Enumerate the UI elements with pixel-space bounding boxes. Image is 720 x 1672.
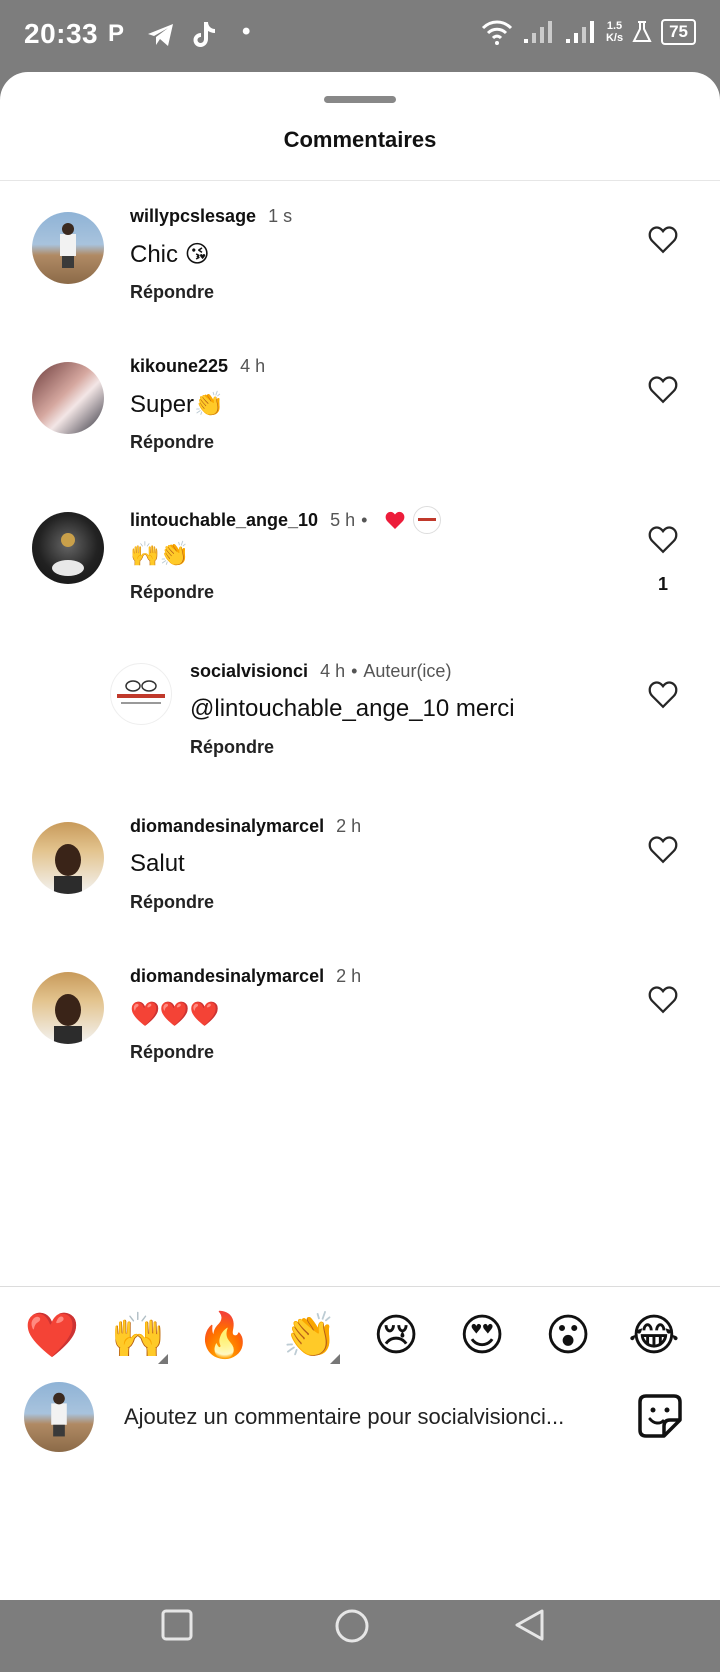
- creator-avatar-mini: [413, 506, 442, 534]
- avatar[interactable]: [32, 362, 104, 434]
- status-bar: 20:33 P • 1.5 K/s 75: [0, 0, 720, 72]
- comment-time: 5 h: [330, 509, 356, 530]
- wifi-icon: [481, 20, 513, 45]
- emoji-laughing[interactable]: 😂: [624, 1306, 684, 1366]
- reply-button[interactable]: Répondre: [130, 432, 214, 453]
- home-circle-icon[interactable]: [334, 1608, 370, 1644]
- tiktok-icon: [193, 22, 215, 47]
- emoji-crying[interactable]: 😢: [366, 1306, 426, 1366]
- meta-separator: •: [361, 509, 368, 530]
- emoji-fire[interactable]: 🔥: [194, 1306, 254, 1366]
- comment-meta: lintouchable_ange_10 5 h •: [130, 506, 442, 534]
- system-nav-bar: [0, 1572, 720, 1672]
- emoji-clapping-glyph: 👏: [282, 1311, 338, 1360]
- net-speed-value: 1.5: [606, 20, 623, 32]
- recents-square-icon[interactable]: [160, 1608, 194, 1642]
- avatar[interactable]: [110, 663, 172, 725]
- avatar[interactable]: [32, 212, 104, 284]
- signal-icon-1: [523, 21, 552, 43]
- comment-composer: Ajoutez un commentaire pour socialvision…: [0, 1372, 720, 1462]
- avatar[interactable]: [32, 822, 104, 894]
- comment-meta: willypcslesage 1 s: [130, 206, 292, 227]
- like-heart-icon[interactable]: [646, 522, 680, 556]
- reply-button[interactable]: Répondre: [130, 282, 214, 303]
- comment-text: Chic 😘: [130, 241, 210, 268]
- skin-tone-indicator: [330, 1354, 340, 1364]
- telegram-icon: [148, 24, 173, 46]
- net-speed-unit: K/s: [605, 32, 624, 44]
- avatar[interactable]: [32, 512, 104, 584]
- comment-time: 4 h: [240, 356, 266, 376]
- comment-text: Salut: [130, 850, 185, 877]
- emoji-raising-hands-glyph: 🙌: [110, 1311, 166, 1360]
- comment-username[interactable]: lintouchable_ange_10: [130, 510, 318, 531]
- comment-time: 2 h: [336, 966, 362, 986]
- header-divider: [0, 180, 720, 181]
- reply-button[interactable]: Répondre: [130, 892, 214, 913]
- my-avatar: [24, 1382, 94, 1452]
- comment-time: 4 h: [320, 661, 346, 681]
- comment-text: @lintouchable_ange_10 merci: [190, 695, 515, 722]
- author-badge: Auteur(ice): [363, 661, 452, 681]
- comment-username[interactable]: kikoune225: [130, 356, 228, 377]
- avatar[interactable]: [32, 972, 104, 1044]
- comment-meta: kikoune225 4 h: [130, 356, 265, 377]
- comment-username[interactable]: diomandesinalymarcel: [130, 816, 324, 837]
- comment-input[interactable]: Ajoutez un commentaire pour socialvision…: [124, 1404, 564, 1430]
- comments-sheet: Commentaires willypcslesage 1 s Chic 😘 R…: [0, 72, 720, 1643]
- comment-username[interactable]: socialvisionci: [190, 661, 308, 682]
- sticker-icon[interactable]: [636, 1392, 684, 1440]
- emoji-clapping[interactable]: 👏: [280, 1306, 340, 1366]
- battery-indicator: 75: [661, 19, 696, 45]
- reply-button[interactable]: Répondre: [130, 582, 214, 603]
- comment-meta: socialvisionci 4 h • Auteur(ice): [190, 661, 451, 682]
- net-speed: 1.5 K/s: [606, 20, 623, 44]
- like-count: 1: [657, 574, 668, 594]
- meta-separator: •: [351, 661, 358, 681]
- reply-button[interactable]: Répondre: [190, 737, 274, 758]
- skin-tone-indicator: [158, 1354, 168, 1364]
- comment-username[interactable]: willypcslesage: [130, 206, 256, 227]
- comment-username[interactable]: diomandesinalymarcel: [130, 966, 324, 987]
- comment-text: ❤️❤️❤️: [130, 1001, 220, 1028]
- comment-text: 🙌👏: [130, 541, 190, 568]
- comment-meta: diomandesinalymarcel 2 h: [130, 816, 361, 837]
- like-heart-icon[interactable]: [646, 677, 680, 711]
- flask-icon: [632, 21, 652, 42]
- quick-emoji-bar: ❤️ 🙌 🔥 👏 😢 😍 😮 😂: [0, 1306, 720, 1376]
- p-app-icon: P: [108, 20, 125, 47]
- signal-icon-2: [565, 21, 594, 43]
- composer-divider: [0, 1286, 720, 1287]
- like-heart-icon[interactable]: [646, 372, 680, 406]
- emoji-raising-hands[interactable]: 🙌: [108, 1306, 168, 1366]
- status-time: 20:33: [24, 18, 99, 49]
- status-right-group: 1.5 K/s 75: [480, 18, 696, 46]
- comment-time: 1 s: [268, 206, 293, 226]
- sheet-title: Commentaires: [283, 127, 437, 152]
- reply-button[interactable]: Répondre: [130, 1042, 214, 1063]
- comment-meta: diomandesinalymarcel 2 h: [130, 966, 361, 987]
- emoji-heart[interactable]: ❤️: [22, 1306, 82, 1366]
- like-heart-icon[interactable]: [646, 982, 680, 1016]
- like-heart-icon[interactable]: [646, 832, 680, 866]
- drag-handle[interactable]: [324, 96, 396, 103]
- creator-liked-heart-icon: [386, 511, 405, 529]
- back-triangle-icon[interactable]: [512, 1608, 546, 1642]
- comment-time: 2 h: [336, 816, 362, 836]
- emoji-heart-eyes[interactable]: 😍: [452, 1306, 512, 1366]
- like-heart-icon[interactable]: [646, 222, 680, 256]
- comment-text: Super👏: [130, 391, 224, 418]
- notification-dot: •: [242, 18, 251, 45]
- emoji-surprised[interactable]: 😮: [538, 1306, 598, 1366]
